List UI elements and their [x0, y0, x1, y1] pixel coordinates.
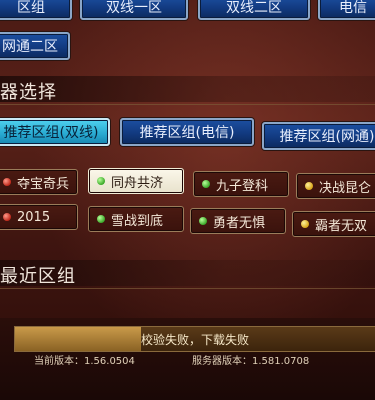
recommend-tab-netcom[interactable]: 推荐区组(网通)	[262, 122, 375, 150]
status-dot-green-icon	[199, 217, 207, 225]
zone-tab-0[interactable]: 区组	[0, 0, 72, 20]
zone-tab-label: 电信	[339, 0, 367, 16]
server-name: 勇者无惧	[213, 215, 266, 231]
download-progress-bar: 校验失败，下载失败	[14, 326, 375, 352]
status-dot-green-icon	[97, 215, 105, 223]
server-name: 夺宝奇兵	[17, 176, 70, 192]
section-divider	[0, 104, 375, 105]
server-select-title: 器选择	[0, 82, 57, 103]
server-item[interactable]: 决战昆仑	[296, 173, 375, 199]
current-version-label: 当前版本：	[34, 356, 84, 367]
server-item[interactable]: 2015	[0, 204, 78, 230]
zone-tab-label: 双线一区	[106, 0, 162, 16]
status-dot-yellow-icon	[305, 182, 313, 190]
status-dot-green-icon	[97, 177, 105, 185]
recent-title: 最近区组	[0, 266, 76, 287]
status-dot-red-icon	[3, 213, 11, 221]
server-name: 霸者无双	[315, 218, 368, 234]
server-version-value: 1.581.0708	[252, 356, 310, 367]
section-divider	[0, 288, 375, 289]
server-name: 决战昆仑	[319, 180, 372, 196]
download-status-text: 校验失败，下载失败	[140, 332, 249, 347]
zone-tab-4[interactable]: 网通二区	[0, 32, 70, 60]
recommend-tab-label: 推荐区组(电信)	[139, 125, 235, 141]
current-version: 当前版本：1.56.0504	[34, 352, 135, 367]
server-item[interactable]: 雪战到底	[88, 206, 184, 232]
status-dot-red-icon	[3, 178, 11, 186]
zone-tab-label: 区组	[17, 0, 45, 16]
server-item[interactable]: 霸者无双	[292, 211, 375, 237]
status-dot-yellow-icon	[301, 220, 309, 228]
recommend-tab-telecom[interactable]: 推荐区组(电信)	[120, 118, 254, 146]
server-item[interactable]: 勇者无惧	[190, 208, 286, 234]
recommend-tab-label: 推荐区组(双线)	[3, 125, 99, 141]
zone-tab-1[interactable]: 双线一区	[80, 0, 188, 20]
server-name: 雪战到底	[111, 213, 164, 229]
server-name: 同舟共济	[111, 175, 164, 191]
server-item[interactable]: 夺宝奇兵	[0, 169, 78, 195]
current-version-value: 1.56.0504	[84, 356, 135, 367]
server-item[interactable]: 九子登科	[193, 171, 289, 197]
recommend-tab-dual[interactable]: 推荐区组(双线)	[0, 118, 110, 146]
recommend-tab-label: 推荐区组(网通)	[279, 129, 375, 145]
zone-tab-3[interactable]: 电信	[318, 0, 375, 20]
zone-tab-label: 网通二区	[2, 39, 58, 55]
server-version: 服务器版本：1.581.0708	[192, 352, 309, 367]
zone-tab-2[interactable]: 双线二区	[198, 0, 310, 20]
status-dot-green-icon	[202, 180, 210, 188]
server-name: 九子登科	[216, 178, 269, 194]
server-name: 2015	[17, 209, 51, 225]
zone-tab-label: 双线二区	[226, 0, 282, 16]
server-version-label: 服务器版本：	[192, 356, 252, 367]
server-item-selected[interactable]: 同舟共济	[88, 168, 184, 194]
